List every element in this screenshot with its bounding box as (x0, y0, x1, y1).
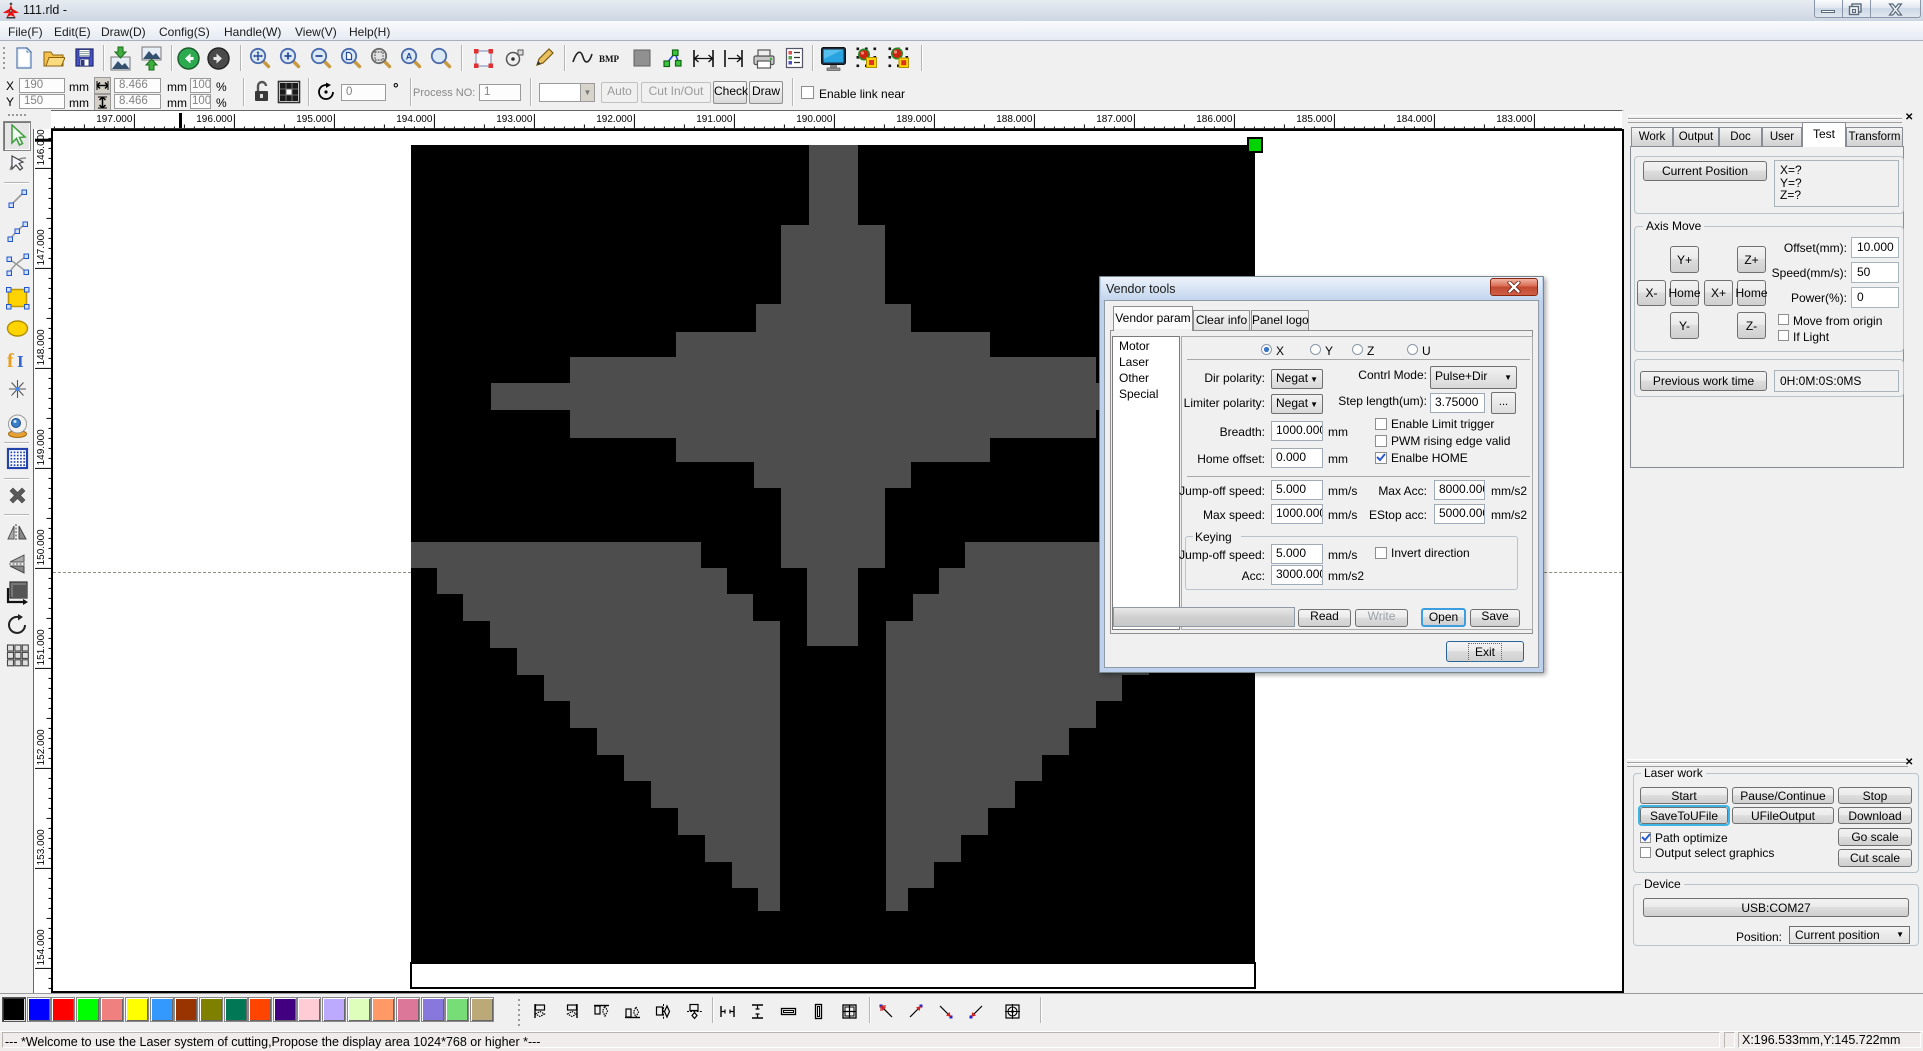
svg-text:147.000: 147.000 (36, 229, 47, 266)
svg-text:A: A (406, 52, 413, 62)
svg-text:189.000: 189.000 (896, 114, 933, 125)
svg-text:150.000: 150.000 (36, 529, 47, 566)
svg-text:194.000: 194.000 (396, 114, 433, 125)
svg-text:195.000: 195.000 (296, 114, 333, 125)
svg-text:I: I (17, 352, 24, 371)
svg-text:149.000: 149.000 (36, 429, 47, 466)
svg-text:196.000: 196.000 (196, 114, 233, 125)
svg-text:191.000: 191.000 (696, 114, 733, 125)
svg-text:148.000: 148.000 (36, 329, 47, 366)
svg-text:188.000: 188.000 (996, 114, 1033, 125)
svg-text:183.000: 183.000 (1496, 114, 1533, 125)
svg-text:197.000: 197.000 (96, 114, 133, 125)
svg-text:151.000: 151.000 (36, 629, 47, 666)
svg-text:193.000: 193.000 (496, 114, 533, 125)
svg-text:BMP: BMP (599, 54, 619, 64)
svg-text:153.000: 153.000 (36, 829, 47, 866)
svg-text:186.000: 186.000 (1196, 114, 1233, 125)
svg-text:190.000: 190.000 (796, 114, 833, 125)
svg-text:187.000: 187.000 (1096, 114, 1133, 125)
svg-text:184.000: 184.000 (1396, 114, 1433, 125)
svg-text:152.000: 152.000 (36, 729, 47, 766)
svg-text:192.000: 192.000 (596, 114, 633, 125)
svg-text:185.000: 185.000 (1296, 114, 1333, 125)
svg-text:f: f (7, 350, 14, 372)
svg-text:154.000: 154.000 (36, 929, 47, 966)
svg-text:146.000: 146.000 (36, 129, 47, 165)
